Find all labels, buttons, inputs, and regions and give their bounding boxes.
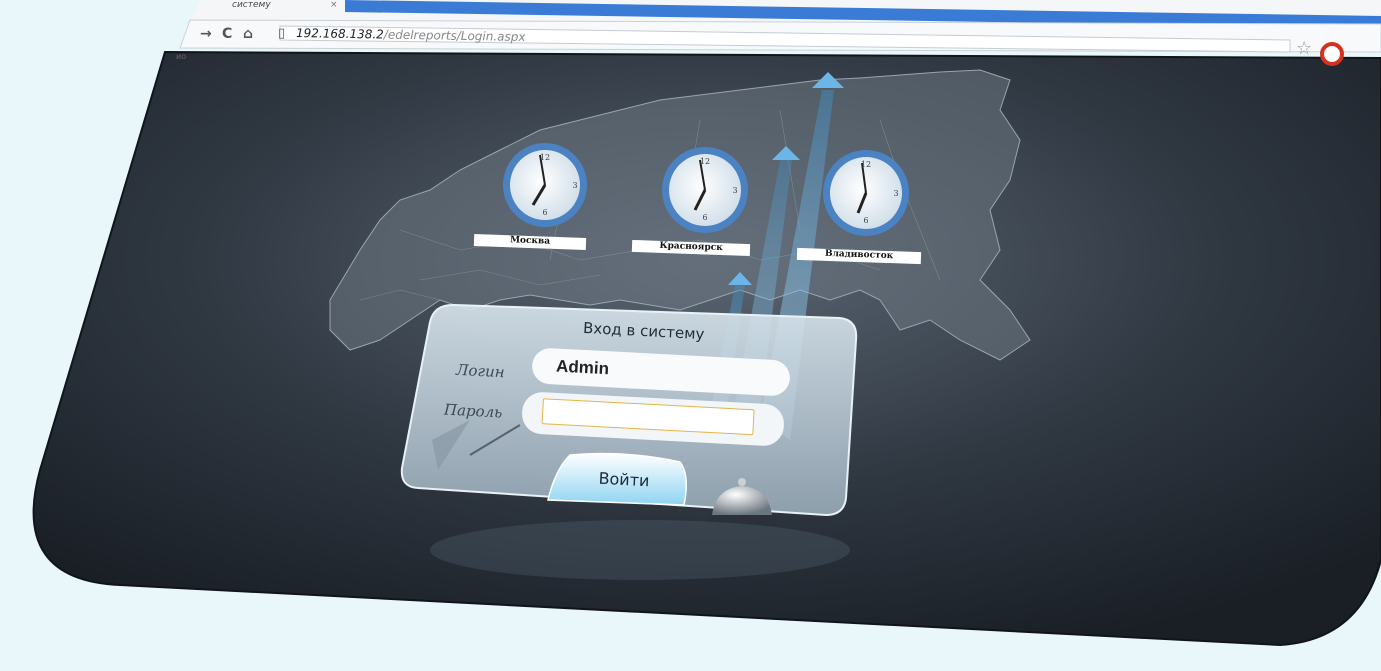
svg-text:3: 3	[893, 189, 898, 198]
svg-text:6: 6	[702, 213, 707, 222]
svg-text:6: 6	[542, 208, 547, 217]
clock-krasnoyarsk: 12 3 6	[662, 147, 748, 233]
svg-text:6: 6	[863, 216, 868, 225]
svg-text:3: 3	[732, 186, 737, 195]
svg-text:12: 12	[861, 160, 871, 169]
url-host: 192.168.138.2	[296, 25, 384, 42]
page-icon: ▯	[278, 26, 286, 41]
reload-icon[interactable]: C	[222, 26, 232, 42]
login-button[interactable]: Войти	[561, 452, 687, 508]
username-label: Логин	[455, 360, 506, 382]
password-field[interactable]	[541, 398, 755, 436]
close-tab-icon[interactable]: ×	[330, 0, 338, 10]
tab-title: системy	[232, 0, 271, 10]
opera-menu-icon[interactable]	[1320, 42, 1344, 66]
clock-vladivostok: 12 3 6	[823, 150, 909, 236]
corner-text: ио	[176, 52, 187, 61]
forward-icon[interactable]: →	[200, 26, 212, 42]
screenshot-scene: 12 3 6 12 3 6 12 3 6 системy × → C ⌂ ▯ 1…	[0, 0, 1381, 671]
bookmark-star-icon[interactable]: ☆	[1296, 38, 1312, 59]
clock-moscow: 12 3 6	[503, 143, 587, 227]
svg-text:12: 12	[700, 157, 710, 166]
svg-text:3: 3	[572, 181, 577, 190]
home-icon[interactable]: ⌂	[243, 26, 253, 42]
svg-text:12: 12	[540, 153, 550, 162]
password-label: Пароль	[443, 400, 503, 422]
url-path: /edelreports/Login.aspx	[383, 27, 526, 45]
browser-tab[interactable]: системy	[210, 0, 362, 14]
